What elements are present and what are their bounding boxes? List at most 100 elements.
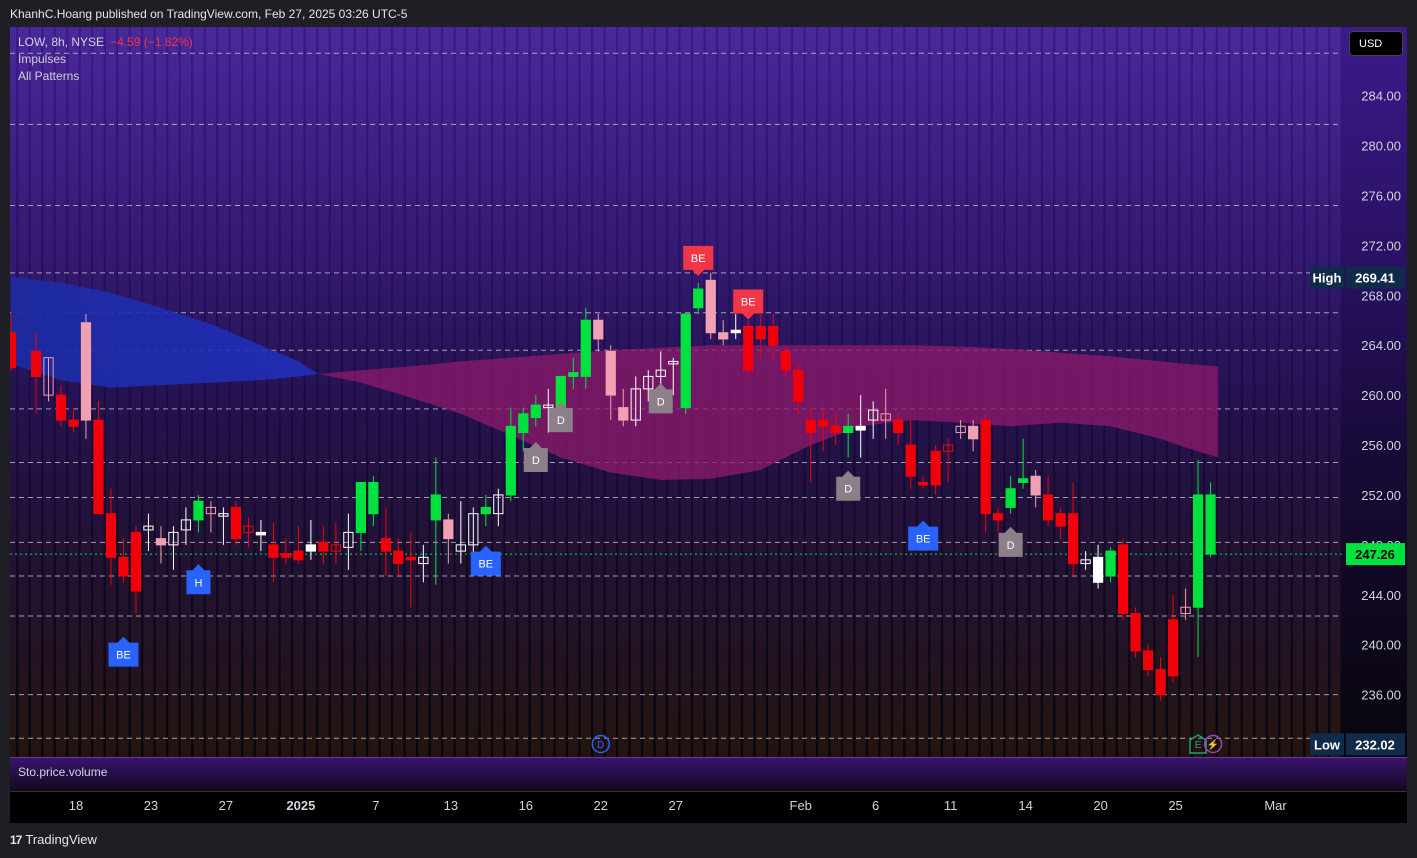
time-tick-label: 6 — [872, 798, 879, 813]
chart-legend: LOW, 8h, NYSE −4.59 (−1.82%) Impulses All… — [18, 34, 193, 85]
candle-body — [10, 332, 17, 369]
time-stripe — [143, 27, 154, 757]
high-price-label: High 269.41 — [1310, 266, 1405, 289]
candle-body — [355, 481, 366, 533]
candle-body — [768, 325, 779, 346]
symbol-label[interactable]: LOW, 8h, NYSE — [18, 35, 104, 49]
time-stripe — [205, 27, 217, 757]
tradingview-logo[interactable]: 17 TradingView — [10, 832, 97, 847]
candle-body — [843, 425, 854, 434]
time-tick-label: 22 — [594, 798, 608, 813]
price-tick-label: 244.00 — [1361, 588, 1401, 603]
price-tick-label: 256.00 — [1361, 438, 1401, 453]
lower-pane[interactable] — [10, 757, 1407, 791]
time-stripe — [268, 27, 279, 757]
candle-body — [1017, 478, 1029, 483]
time-stripe — [368, 27, 379, 757]
candle-body — [193, 500, 204, 521]
currency-button[interactable]: USD — [1349, 31, 1403, 56]
time-stripe — [218, 27, 229, 757]
chart-frame[interactable]: BE H BE D D D BE BE D BE D D E ⚡ 18 23 27 2025 7 13 16 22 27… — [10, 27, 1407, 823]
candle — [680, 313, 691, 414]
candle-body — [818, 419, 829, 427]
indicator-all-patterns[interactable]: All Patterns — [18, 68, 193, 85]
time-stripe — [355, 27, 366, 757]
candle-body — [618, 407, 629, 421]
time-stripe — [155, 27, 167, 757]
candle-body — [918, 481, 929, 486]
candle — [705, 272, 716, 339]
time-stripe — [280, 27, 291, 757]
candle-body — [930, 450, 941, 486]
time-stripe — [168, 27, 179, 757]
time-tick-label: 2025 — [286, 798, 315, 813]
price-tick-label: 284.00 — [1361, 89, 1401, 104]
time-stripe — [330, 27, 341, 757]
time-stripe — [10, 27, 17, 757]
candle-body — [680, 313, 691, 409]
candle-body — [855, 425, 866, 431]
time-tick-label: 7 — [372, 798, 379, 813]
price-tick-label: 260.00 — [1361, 388, 1401, 403]
low-price-label-value: 232.02 — [1355, 737, 1395, 752]
candle-body — [580, 319, 591, 377]
candle-body — [318, 541, 329, 552]
candle-body — [505, 425, 516, 496]
time-stripe — [230, 27, 242, 757]
candle-body — [443, 519, 454, 540]
low-price-label: Low 232.02 — [1310, 733, 1405, 756]
time-stripe — [1217, 27, 1229, 757]
time-tick-label: Mar — [1264, 798, 1287, 813]
candle-body — [905, 444, 916, 477]
pattern-marker-label: BE — [741, 297, 756, 309]
tradingview-logo-icon: 17 — [10, 832, 22, 847]
low-price-label-tag: Low — [1314, 737, 1341, 752]
split-icon-label: ⚡ — [1207, 738, 1219, 751]
candle-body — [1142, 650, 1154, 671]
chart-canvas[interactable]: BEHBEDDDBEBEDBED D E ⚡ 18 23 27 2025 7 13 16 22 27… — [10, 27, 1407, 823]
price-tick-label: 268.00 — [1361, 288, 1401, 303]
time-stripe — [18, 27, 29, 757]
time-tick-label: 20 — [1093, 798, 1107, 813]
candle-body — [430, 494, 441, 521]
candle-body — [830, 425, 841, 434]
pattern-marker-label: BE — [116, 650, 131, 662]
candle-body — [805, 419, 816, 434]
candle-body — [1005, 488, 1016, 508]
dividend-icon-label: D — [597, 740, 604, 751]
pattern-marker-label: D — [1007, 540, 1015, 552]
candle-body — [718, 332, 729, 340]
indicator-impulses[interactable]: Impulses — [18, 51, 193, 68]
time-stripe — [1255, 27, 1266, 757]
pattern-marker-label: BE — [478, 559, 493, 571]
candle-body — [1117, 544, 1129, 614]
lower-pane-label[interactable]: Sto.price.volume — [18, 765, 107, 779]
last-price-label-value: 247.26 — [1355, 547, 1395, 562]
time-stripe — [93, 27, 104, 757]
candle-body — [518, 413, 529, 434]
candle-body — [705, 279, 716, 334]
high-price-label-tag: High — [1313, 271, 1342, 286]
candle — [230, 501, 242, 545]
candle-body — [80, 322, 92, 421]
candle-body — [55, 394, 67, 421]
candle-body — [1092, 556, 1104, 583]
pattern-marker-label: BE — [691, 253, 706, 265]
price-tick-label: 280.00 — [1361, 139, 1401, 154]
time-stripe — [180, 27, 192, 757]
time-axis[interactable]: 18 23 27 2025 7 13 16 22 27 Feb 6 11 14 20 25 Mar — [69, 798, 1288, 813]
last-price-label: 247.26 — [1346, 543, 1405, 566]
change-label: −4.59 (−1.82%) — [110, 35, 193, 49]
earnings-icon-label: E — [1195, 740, 1202, 751]
time-tick-label: 13 — [444, 798, 458, 813]
candle — [1117, 538, 1129, 620]
time-stripe — [305, 27, 316, 757]
time-stripe — [193, 27, 204, 757]
candle-body — [1205, 494, 1216, 555]
candle-body — [68, 419, 79, 427]
candle-body — [893, 419, 904, 434]
price-tick-label: 240.00 — [1361, 638, 1401, 653]
time-stripe — [1242, 27, 1254, 757]
time-stripe — [1267, 27, 1279, 757]
candle-body — [105, 513, 117, 558]
